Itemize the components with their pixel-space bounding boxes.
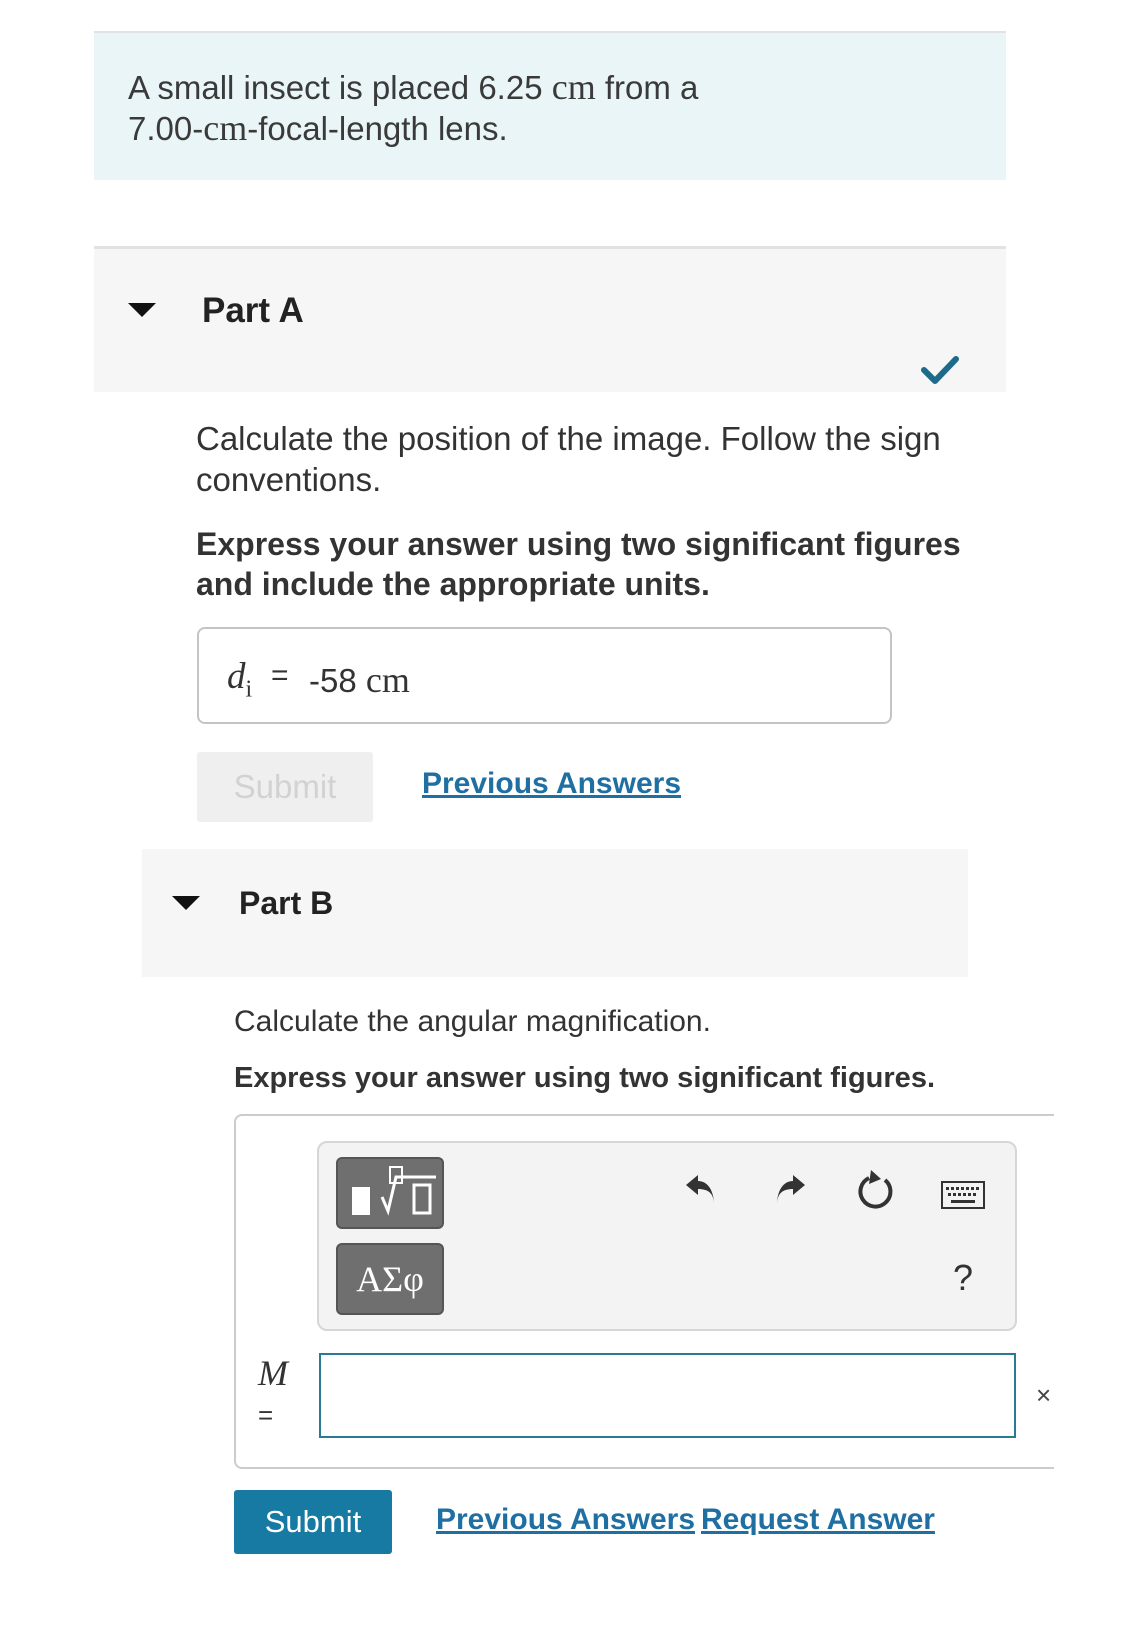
part-a-answer-display: di = -58 cm xyxy=(197,627,892,724)
problem-intro: A small insect is placed 6.25 cm from a … xyxy=(94,31,1006,180)
help-icon[interactable]: ? xyxy=(953,1257,973,1299)
answer-value: -58 cm xyxy=(309,660,410,700)
reset-icon[interactable] xyxy=(857,1168,897,1210)
part-a-previous-answers-link[interactable]: Previous Answers xyxy=(422,767,681,801)
answer-equals: = xyxy=(271,659,289,692)
part-b-previous-answers-link[interactable]: Previous Answers xyxy=(436,1503,695,1537)
redo-icon[interactable] xyxy=(771,1171,807,1207)
fraction-root-template-icon xyxy=(352,1166,436,1216)
intro-line-1: A small insect is placed 6.25 cm from a xyxy=(128,67,699,107)
close-icon[interactable]: × xyxy=(1036,1380,1051,1411)
part-a-instructions: Express your answer using two significan… xyxy=(196,526,961,602)
part-b-question: Calculate the angular magnification. xyxy=(234,1005,711,1038)
part-b-instructions: Express your answer using two significan… xyxy=(234,1062,935,1094)
request-answer-link[interactable]: Request Answer xyxy=(701,1503,935,1537)
part-a-question: Calculate the position of the image. Fol… xyxy=(196,420,941,498)
part-b-answer-input[interactable] xyxy=(319,1353,1016,1438)
input-variable-label: M xyxy=(258,1353,288,1393)
part-b-header[interactable]: Part B xyxy=(142,849,968,977)
collapse-caret-icon[interactable] xyxy=(128,303,156,317)
part-b-title: Part B xyxy=(239,885,334,921)
part-a-title: Part A xyxy=(202,291,304,330)
answer-variable: di xyxy=(227,656,253,703)
fraction-root-template-button[interactable] xyxy=(336,1157,444,1229)
input-equals: = xyxy=(258,1400,274,1430)
part-b-submit-button[interactable]: Submit xyxy=(234,1490,392,1554)
math-toolbar: ΑΣφ ? xyxy=(317,1141,1017,1331)
intro-line-2: 7.00-cm-focal-length lens. xyxy=(128,108,508,148)
part-a-header[interactable]: Part A xyxy=(94,246,1006,392)
collapse-caret-icon[interactable] xyxy=(172,896,200,910)
greek-symbols-button[interactable]: ΑΣφ xyxy=(336,1243,444,1315)
keyboard-icon[interactable] xyxy=(941,1181,985,1209)
part-a-submit-button[interactable]: Submit xyxy=(197,752,373,822)
undo-icon[interactable] xyxy=(684,1171,720,1207)
check-icon xyxy=(921,356,959,384)
